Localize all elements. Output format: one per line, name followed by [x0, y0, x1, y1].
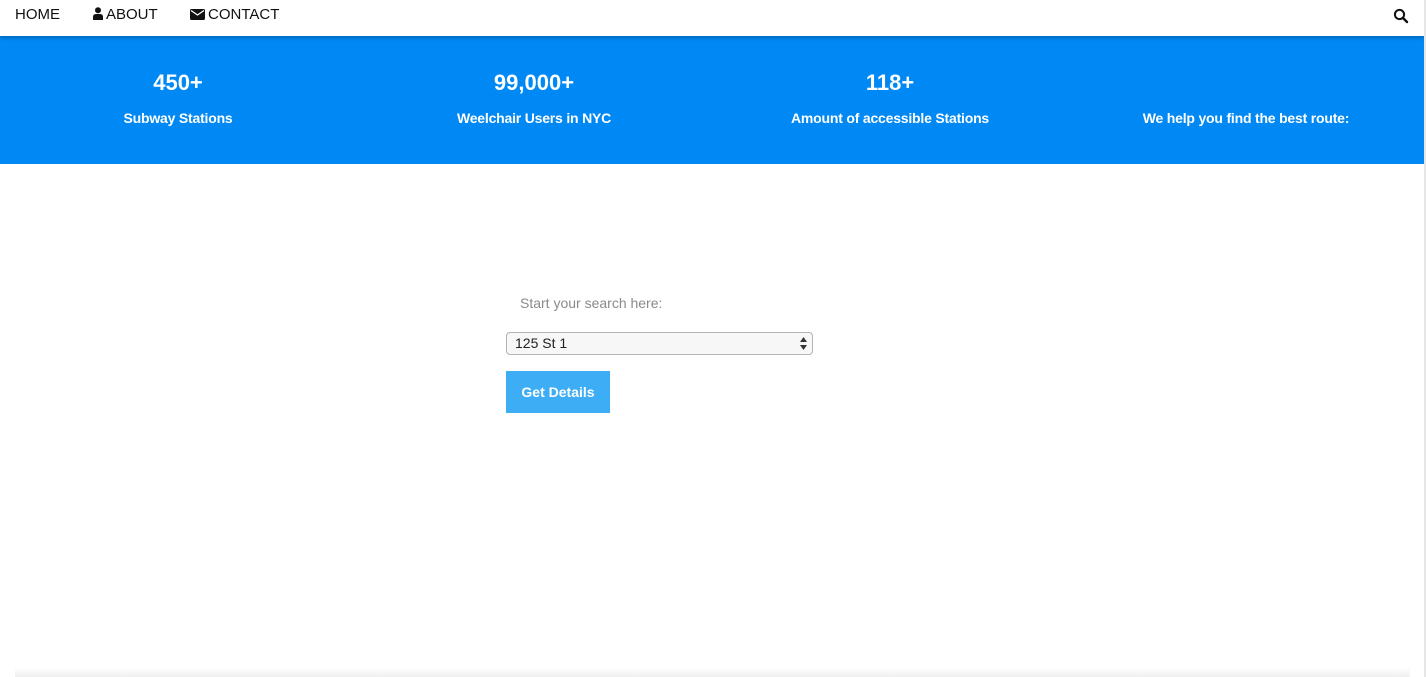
station-select-value: 125 St 1: [515, 335, 568, 351]
page: HOME ABOUT CONTACT 450+ Subway Stations …: [0, 0, 1426, 677]
stat-label: We help you find the best route:: [1142, 110, 1350, 126]
nav-contact-link[interactable]: CONTACT: [190, 0, 279, 30]
get-details-button[interactable]: Get Details: [506, 371, 610, 413]
user-icon: [93, 7, 103, 20]
envelope-icon: [190, 9, 205, 20]
nav-contact-label: CONTACT: [208, 6, 280, 23]
nav-home-label: HOME: [15, 6, 60, 23]
select-arrows-icon: [800, 337, 807, 350]
search-icon[interactable]: [1393, 8, 1409, 24]
stats-banner: 450+ Subway Stations 99,000+ Weelchair U…: [0, 36, 1424, 164]
search-label: Start your search here:: [520, 295, 663, 311]
footer-shadow: [15, 667, 1410, 677]
station-select[interactable]: 125 St 1: [506, 332, 813, 355]
stat-label: Weelchair Users in NYC: [456, 110, 612, 126]
stat-value: 450+: [153, 70, 203, 95]
top-navbar: HOME ABOUT CONTACT: [0, 0, 1424, 36]
stat-label: Subway Stations: [123, 110, 233, 126]
stat-value: 99,000+: [493, 70, 575, 95]
nav-about-label: ABOUT: [106, 6, 158, 23]
nav-about-link[interactable]: ABOUT: [93, 0, 158, 30]
stat-value: 118+: [865, 70, 915, 95]
nav-home-link[interactable]: HOME: [15, 0, 60, 30]
stat-label: Amount of accessible Stations: [790, 110, 990, 126]
